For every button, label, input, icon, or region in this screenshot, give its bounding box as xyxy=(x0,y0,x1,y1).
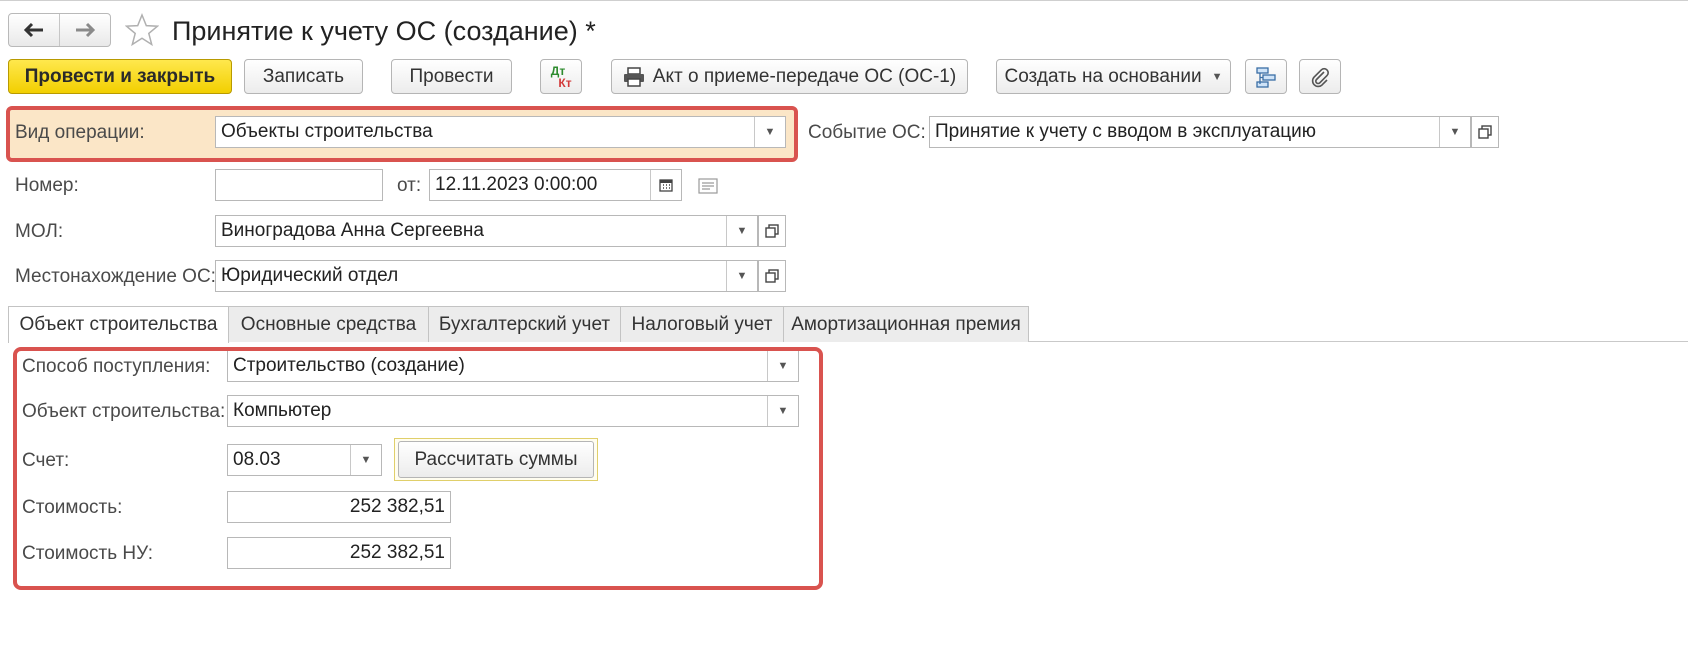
cost-value: 252 382,51 xyxy=(349,496,445,517)
create-based-on-button[interactable]: Создать на основании ▼ xyxy=(996,59,1231,94)
tab-fixed-assets[interactable]: Основные средства xyxy=(228,306,429,342)
save-button[interactable]: Записать xyxy=(244,59,363,94)
comment-icon[interactable] xyxy=(698,178,718,194)
account-value: 08.03 xyxy=(233,449,281,470)
navigation-buttons xyxy=(8,13,111,47)
tab-label: Амортизационная премия xyxy=(791,313,1021,335)
paperclip-icon xyxy=(1311,67,1329,87)
open-window-icon xyxy=(765,269,779,283)
cost-input[interactable]: 252 382,51 xyxy=(227,491,451,523)
save-label: Записать xyxy=(262,65,345,87)
chevron-down-icon[interactable]: ▼ xyxy=(1439,117,1470,147)
cost-label: Стоимость: xyxy=(22,497,123,518)
location-label: Местонахождение ОС: xyxy=(15,266,216,287)
calendar-icon xyxy=(659,179,673,192)
chevron-down-icon[interactable]: ▼ xyxy=(767,351,798,381)
act-os1-button[interactable]: Акт о приеме-передаче ОС (ОС-1) xyxy=(611,59,968,94)
location-value: Юридический отдел xyxy=(221,265,399,286)
attach-button[interactable] xyxy=(1299,59,1341,94)
tab-label: Бухгалтерский учет xyxy=(438,313,611,335)
location-open-button[interactable] xyxy=(758,260,786,292)
cost-nu-value: 252 382,51 xyxy=(349,542,445,563)
open-window-icon xyxy=(765,224,779,238)
back-button[interactable] xyxy=(9,14,59,46)
date-input[interactable]: 12.11.2023 0:00:00 xyxy=(429,169,682,201)
create-based-on-label: Создать на основании xyxy=(1004,65,1202,87)
chevron-down-icon[interactable]: ▼ xyxy=(350,445,381,475)
act-os1-label: Акт о приеме-передаче ОС (ОС-1) xyxy=(652,65,957,87)
event-os-label: Событие ОС: xyxy=(808,122,926,143)
kt-label: Кт xyxy=(558,75,572,90)
chevron-down-icon[interactable]: ▼ xyxy=(767,396,798,426)
tab-label: Объект строительства xyxy=(19,314,218,335)
construction-object-select[interactable]: Компьютер ▼ xyxy=(227,395,799,427)
cost-nu-label: Стоимость НУ: xyxy=(22,543,154,564)
calculate-sums-button[interactable]: Рассчитать суммы xyxy=(398,441,594,478)
favorite-star-icon[interactable] xyxy=(124,12,160,48)
chevron-down-icon[interactable]: ▼ xyxy=(726,261,757,291)
operation-type-label: Вид операции: xyxy=(15,122,145,143)
arrow-left-icon xyxy=(23,22,43,38)
event-os-select[interactable]: Принятие к учету с вводом в эксплуатацию… xyxy=(929,116,1471,148)
post-and-close-label: Провести и закрыть xyxy=(24,65,216,87)
date-value: 12.11.2023 0:00:00 xyxy=(435,174,598,195)
tab-construction-object[interactable]: Объект строительства xyxy=(8,306,229,343)
printer-icon xyxy=(623,66,644,87)
mol-select[interactable]: Виноградова Анна Сергеевна ▼ xyxy=(215,215,758,247)
receipt-method-value: Строительство (создание) xyxy=(233,355,465,376)
receipt-method-label: Способ поступления: xyxy=(22,356,211,377)
tab-accounting[interactable]: Бухгалтерский учет xyxy=(428,306,621,342)
tab-label: Основные средства xyxy=(240,313,417,335)
document-structure-icon xyxy=(1256,66,1276,88)
operation-type-value: Объекты строительства xyxy=(221,121,433,142)
page-title: Принятие к учету ОС (создание) * xyxy=(172,16,596,46)
chevron-down-icon[interactable]: ▼ xyxy=(726,216,757,246)
dt-kt-icon: Дт Кт xyxy=(550,63,572,90)
post-and-close-button[interactable]: Провести и закрыть xyxy=(8,59,232,94)
chevron-down-icon: ▼ xyxy=(1211,70,1223,83)
dt-kt-button[interactable]: Дт Кт xyxy=(540,59,582,94)
number-label: Номер: xyxy=(15,175,79,196)
open-window-icon xyxy=(1478,125,1492,139)
post-label: Провести xyxy=(409,65,494,87)
calendar-button[interactable] xyxy=(650,170,681,200)
account-label: Счет: xyxy=(22,450,70,471)
mol-value: Виноградова Анна Сергеевна xyxy=(221,220,484,241)
date-from-label: от: xyxy=(397,175,422,196)
tab-label: Налоговый учет xyxy=(631,313,773,335)
event-os-value: Принятие к учету с вводом в эксплуатацию xyxy=(935,121,1317,142)
chevron-down-icon[interactable]: ▼ xyxy=(754,117,785,147)
calculate-sums-label: Рассчитать суммы xyxy=(414,448,578,470)
mol-label: МОЛ: xyxy=(15,221,64,242)
post-button[interactable]: Провести xyxy=(391,59,512,94)
construction-object-value: Компьютер xyxy=(233,400,332,421)
tab-depreciation-bonus[interactable]: Амортизационная премия xyxy=(783,306,1029,342)
cost-nu-input[interactable]: 252 382,51 xyxy=(227,537,451,569)
construction-object-label: Объект строительства: xyxy=(22,401,226,422)
event-os-open-button[interactable] xyxy=(1471,116,1499,148)
window-top-border xyxy=(0,0,1688,1)
account-select[interactable]: 08.03 ▼ xyxy=(227,444,382,476)
receipt-method-select[interactable]: Строительство (создание) ▼ xyxy=(227,350,799,382)
mol-open-button[interactable] xyxy=(758,215,786,247)
operation-type-select[interactable]: Объекты строительства ▼ xyxy=(215,116,786,148)
number-input[interactable] xyxy=(215,169,383,201)
structure-button[interactable] xyxy=(1245,59,1287,94)
arrow-right-icon xyxy=(76,22,96,38)
tab-tax-accounting[interactable]: Налоговый учет xyxy=(620,306,784,342)
location-select[interactable]: Юридический отдел ▼ xyxy=(215,260,758,292)
forward-button[interactable] xyxy=(59,14,110,46)
dt-label: Дт xyxy=(550,63,566,78)
